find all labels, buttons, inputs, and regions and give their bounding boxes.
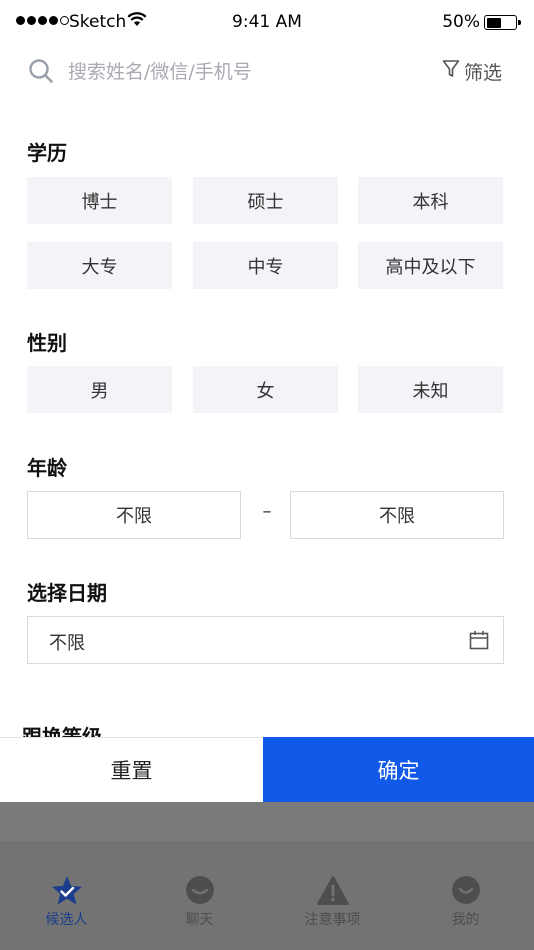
tab-candidates[interactable]: 候选人 bbox=[0, 843, 133, 950]
tab-notices[interactable]: 注意事项 bbox=[266, 843, 399, 950]
tab-candidates-label: 候选人 bbox=[45, 912, 88, 928]
filter-action-bar: 重置 确定 bbox=[0, 737, 534, 802]
confirm-button[interactable]: 确定 bbox=[263, 737, 534, 802]
status-bar: Sketch 9:41 AM 50% bbox=[0, 0, 534, 44]
education-option-masters[interactable]: 硕士 bbox=[193, 177, 338, 224]
age-min-field[interactable]: 不限 bbox=[27, 491, 241, 539]
smile-face-icon bbox=[450, 875, 482, 911]
tab-notices-label: 注意事项 bbox=[304, 912, 361, 928]
education-option-vocational[interactable]: 中专 bbox=[193, 242, 338, 289]
tab-profile[interactable]: 我的 bbox=[399, 843, 532, 950]
search-bar: 筛选 bbox=[0, 52, 534, 92]
warning-triangle-icon bbox=[316, 875, 350, 911]
age-title: 年龄 bbox=[27, 456, 67, 480]
chat-bubble-icon bbox=[184, 875, 216, 911]
date-title: 选择日期 bbox=[27, 581, 107, 605]
battery-percent: 50% bbox=[442, 12, 480, 32]
filter-button[interactable]: 筛选 bbox=[442, 58, 502, 85]
filter-funnel-icon bbox=[442, 59, 460, 84]
filter-label: 筛选 bbox=[463, 62, 502, 84]
gender-option-unknown[interactable]: 未知 bbox=[358, 366, 503, 413]
next-section-title: 跟换等级 bbox=[22, 725, 102, 738]
education-option-phd[interactable]: 博士 bbox=[27, 177, 172, 224]
education-title: 学历 bbox=[27, 141, 67, 165]
battery-icon bbox=[484, 15, 521, 30]
age-max-field[interactable]: 不限 bbox=[290, 491, 504, 539]
gender-option-male[interactable]: 男 bbox=[27, 366, 172, 413]
search-input[interactable] bbox=[68, 56, 368, 88]
tab-chat-label: 聊天 bbox=[185, 912, 214, 928]
tab-chat[interactable]: 聊天 bbox=[133, 843, 266, 950]
gender-option-female[interactable]: 女 bbox=[193, 366, 338, 413]
education-option-associate[interactable]: 大专 bbox=[27, 242, 172, 289]
calendar-icon bbox=[469, 630, 489, 654]
age-range-separator: – bbox=[262, 501, 272, 522]
tab-profile-label: 我的 bbox=[451, 912, 480, 928]
education-option-bachelor[interactable]: 本科 bbox=[358, 177, 503, 224]
date-value: 不限 bbox=[49, 633, 85, 654]
search-icon bbox=[28, 58, 54, 88]
gender-title: 性别 bbox=[27, 331, 67, 355]
tab-bar: 候选人 聊天 注意事项 我的 bbox=[0, 842, 534, 950]
reset-button[interactable]: 重置 bbox=[0, 738, 263, 802]
star-check-icon bbox=[50, 875, 84, 911]
date-picker-field[interactable]: 不限 bbox=[27, 616, 504, 664]
education-option-highschool-below[interactable]: 高中及以下 bbox=[358, 242, 503, 289]
